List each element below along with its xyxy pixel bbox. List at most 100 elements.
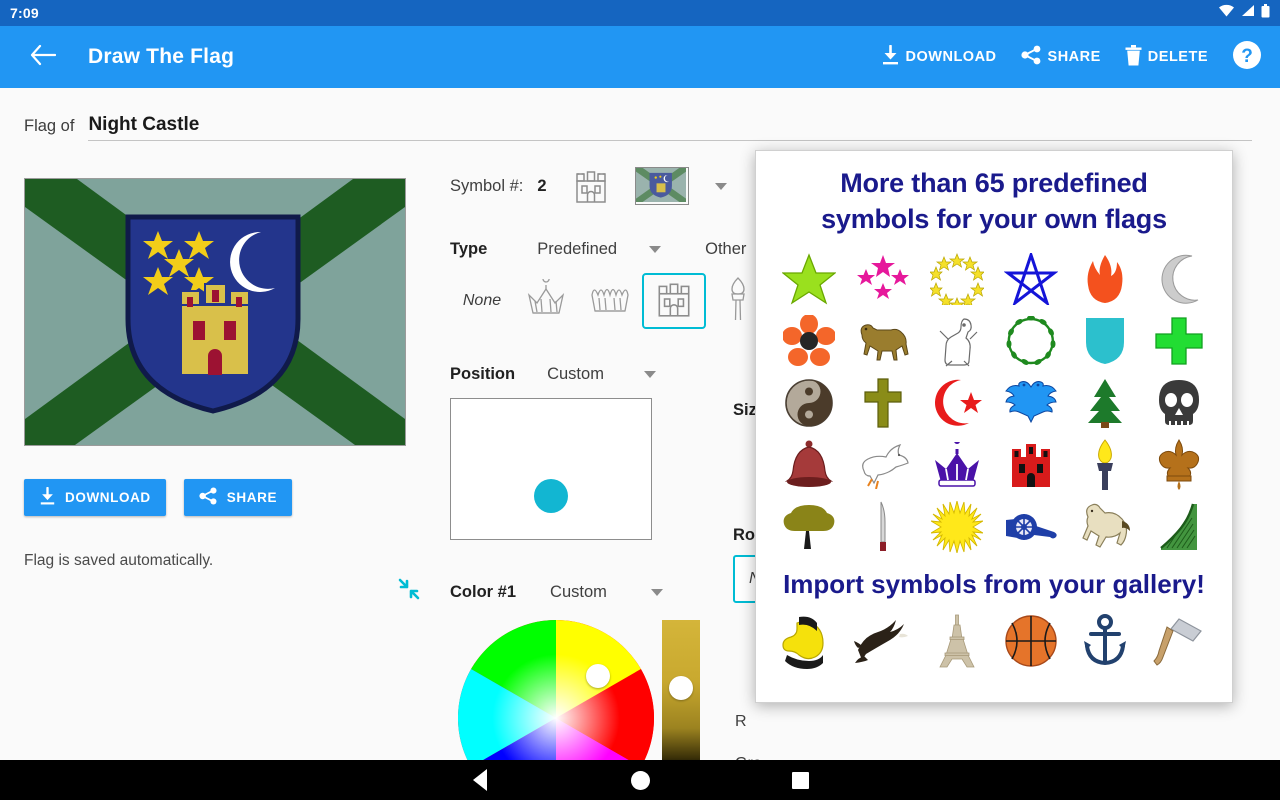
cannon-icon[interactable] xyxy=(994,499,1068,555)
nav-recents-icon xyxy=(792,772,809,789)
back-button[interactable] xyxy=(26,40,60,74)
preview-panel: DOWNLOAD SHARE xyxy=(24,178,414,570)
basketball-icon[interactable] xyxy=(994,608,1068,674)
type-other-label[interactable]: Other xyxy=(705,240,746,259)
color-value[interactable]: Custom xyxy=(550,583,607,602)
symbol-option-crown-royal[interactable] xyxy=(514,273,578,329)
symbol-none-label: None xyxy=(463,292,501,310)
flag-name-value: Night Castle xyxy=(88,114,199,135)
preview-share-button[interactable]: SHARE xyxy=(184,479,292,516)
star-circle-icon[interactable] xyxy=(920,251,994,307)
symbol-option-castle[interactable] xyxy=(642,273,706,329)
laurel-wreath-icon[interactable] xyxy=(994,313,1068,369)
promo-popup[interactable]: More than 65 predefined symbols for your… xyxy=(755,150,1233,703)
eagle-double-headed-icon[interactable] xyxy=(994,375,1068,431)
skull-icon[interactable] xyxy=(1142,375,1216,431)
shield-teal-icon[interactable] xyxy=(1068,313,1142,369)
chevron-down-icon[interactable] xyxy=(651,589,663,596)
nav-back-icon xyxy=(473,769,487,791)
brightness-slider-handle[interactable] xyxy=(669,676,693,700)
type-label: Type xyxy=(450,240,487,259)
position-handle[interactable] xyxy=(534,479,568,513)
red-label: R xyxy=(735,713,747,731)
anchor-icon[interactable] xyxy=(1068,608,1142,674)
symbol-option-crown-plain[interactable] xyxy=(578,273,642,329)
position-value[interactable]: Custom xyxy=(547,365,604,384)
cross-olive-icon[interactable] xyxy=(846,375,920,431)
red-field-row[interactable]: R xyxy=(735,713,875,731)
chevron-down-icon[interactable] xyxy=(649,246,661,253)
lion-passant-icon[interactable] xyxy=(846,313,920,369)
position-label: Position xyxy=(450,365,515,384)
chevron-down-icon[interactable] xyxy=(644,371,656,378)
hammer-icon[interactable] xyxy=(1142,608,1216,674)
torch-icon[interactable] xyxy=(1068,437,1142,493)
delete-action-button[interactable]: DELETE xyxy=(1125,45,1208,70)
crown-purple-icon[interactable] xyxy=(920,437,994,493)
preview-download-button[interactable]: DOWNLOAD xyxy=(24,479,166,516)
nav-home-button[interactable] xyxy=(560,771,720,790)
promo-symbol-grid xyxy=(772,251,1216,555)
share-action-button[interactable]: SHARE xyxy=(1021,45,1101,69)
flag-name-input[interactable]: Night Castle xyxy=(88,114,1252,141)
saved-note: Flag is saved automatically. xyxy=(24,552,414,570)
wifi-icon xyxy=(1218,4,1235,22)
help-button[interactable]: ? xyxy=(1232,40,1262,75)
nav-back-button[interactable] xyxy=(400,769,560,791)
svg-text:?: ? xyxy=(1241,46,1253,67)
app-bar: Draw The Flag DOWNLOAD xyxy=(0,26,1280,88)
tree-olive-icon[interactable] xyxy=(772,499,846,555)
color-wheel-handle[interactable] xyxy=(586,664,610,688)
help-circle-icon: ? xyxy=(1232,40,1262,75)
bell-icon[interactable] xyxy=(772,437,846,493)
symbol-option-none[interactable]: None xyxy=(450,273,514,329)
horse-rampant-icon[interactable] xyxy=(1068,499,1142,555)
delete-action-label: DELETE xyxy=(1148,49,1208,65)
app-root: 7:09 Draw The Flag xyxy=(0,0,1280,800)
chevron-down-icon[interactable] xyxy=(715,183,727,190)
trash-icon xyxy=(1125,45,1142,70)
sun-icon[interactable] xyxy=(920,499,994,555)
star-and-crescent-icon[interactable] xyxy=(920,375,994,431)
flower-orange-icon[interactable] xyxy=(772,313,846,369)
yin-yang-icon[interactable] xyxy=(772,375,846,431)
flag-thumbnail-icon[interactable] xyxy=(635,167,689,205)
download-action-button[interactable]: DOWNLOAD xyxy=(881,45,997,70)
status-bar: 7:09 xyxy=(0,0,1280,26)
type-value[interactable]: Predefined xyxy=(537,240,617,259)
status-system-icons xyxy=(1218,4,1270,23)
promo-title-line2: symbols for your own flags xyxy=(772,201,1216,237)
download-icon xyxy=(881,45,900,70)
sabre-icon[interactable] xyxy=(846,499,920,555)
pentagram-blue-icon[interactable] xyxy=(994,251,1068,307)
share-icon xyxy=(199,487,218,508)
collapse-arrows-icon[interactable] xyxy=(398,578,420,600)
crescent-moon-icon[interactable] xyxy=(1142,251,1216,307)
eagle-flying-icon[interactable] xyxy=(846,608,920,674)
castle-red-icon[interactable] xyxy=(994,437,1068,493)
cross-green-icon[interactable] xyxy=(1142,313,1216,369)
flag-preview[interactable] xyxy=(24,178,406,446)
share-icon xyxy=(1021,45,1042,69)
preview-share-label: SHARE xyxy=(227,490,277,505)
nav-recents-button[interactable] xyxy=(720,772,880,789)
lion-rampant-outline-icon[interactable] xyxy=(920,313,994,369)
castle-outline-icon xyxy=(571,166,611,206)
pine-tree-icon[interactable] xyxy=(1068,375,1142,431)
download-action-label: DOWNLOAD xyxy=(906,49,997,65)
flexed-biceps-icon[interactable] xyxy=(772,608,846,674)
stars-magenta-icon[interactable] xyxy=(846,251,920,307)
flame-orange-icon[interactable] xyxy=(1068,251,1142,307)
system-nav-bar xyxy=(0,760,1280,800)
flag-of-label: Flag of xyxy=(24,117,74,141)
eiffel-tower-icon[interactable] xyxy=(920,608,994,674)
page-title: Draw The Flag xyxy=(88,45,234,69)
flag-name-row: Flag of Night Castle xyxy=(24,114,1252,141)
harp-icon[interactable] xyxy=(1142,499,1216,555)
position-canvas[interactable] xyxy=(450,398,652,540)
status-clock: 7:09 xyxy=(10,5,39,21)
dove-icon[interactable] xyxy=(846,437,920,493)
star-green-icon[interactable] xyxy=(772,251,846,307)
promo-title-line1: More than 65 predefined xyxy=(772,165,1216,201)
fleur-de-lis-icon[interactable] xyxy=(1142,437,1216,493)
